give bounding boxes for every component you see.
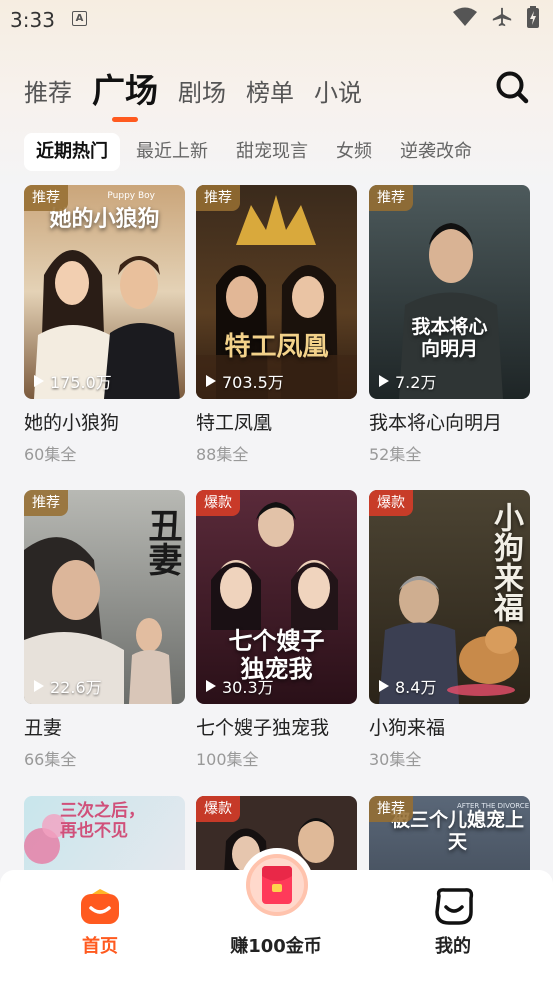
profile-face-icon	[435, 888, 474, 925]
badge-recommend: 推荐	[369, 796, 413, 822]
poster-title: 丑妻	[142, 508, 182, 576]
poster-art	[196, 185, 357, 399]
badge-recommend: 推荐	[196, 185, 240, 211]
home-icon	[81, 889, 119, 924]
nav-home-label: 首页	[82, 936, 118, 957]
view-count: 8.4万	[379, 674, 436, 698]
nav-earn-label: 赚100金币	[230, 936, 322, 957]
view-count: 175.0万	[34, 369, 112, 393]
drama-title[interactable]: 我本将心向明月	[369, 408, 530, 435]
drama-title[interactable]: 小狗来福	[369, 713, 530, 740]
badge-hot: 爆款	[196, 796, 240, 822]
play-icon	[379, 375, 389, 387]
airplane-icon	[492, 7, 512, 27]
wifi-icon	[453, 7, 477, 26]
badge-recommend: 推荐	[24, 185, 68, 211]
drama-poster[interactable]: 她的小狼狗 Puppy Boy 推荐 175.0万	[24, 185, 185, 399]
badge-recommend: 推荐	[24, 490, 68, 516]
drama-poster[interactable]: 特工凤凰 推荐 703.5万	[196, 185, 357, 399]
tab-rankings[interactable]: 榜单	[246, 73, 294, 118]
search-icon	[496, 71, 529, 104]
view-count-text: 22.6万	[50, 678, 102, 697]
episode-count: 60集全	[24, 445, 77, 464]
poster-caption: AFTER THE DIVORCE	[457, 802, 530, 810]
drama-title[interactable]: 她的小狼狗	[24, 408, 185, 435]
drama-poster[interactable]: 七个嫂子 独宠我 爆款 30.3万	[196, 490, 357, 704]
drama-card[interactable]: 小狗来福 爆款 8.4万 小狗来福 30集全	[369, 490, 530, 770]
tab-recommend[interactable]: 推荐	[24, 73, 72, 118]
poster-caption: Puppy Boy	[107, 191, 155, 201]
bottom-nav: 首页 赚100金币 我的	[0, 848, 553, 984]
play-icon	[379, 680, 389, 692]
search-button[interactable]	[495, 70, 529, 104]
category-chips: 近期热门 最近上新 甜宠现言 女频 逆袭改命	[24, 133, 488, 171]
episode-count: 100集全	[196, 750, 259, 769]
view-count: 22.6万	[34, 674, 102, 698]
drama-title[interactable]: 特工凤凰	[196, 408, 357, 435]
view-count-text: 8.4万	[395, 678, 437, 697]
play-icon	[34, 375, 44, 387]
status-time: 3:33	[10, 8, 55, 32]
tab-square[interactable]: 广场	[92, 64, 158, 122]
play-icon	[206, 680, 216, 692]
view-count-text: 175.0万	[50, 373, 112, 392]
chip-female-channel[interactable]: 女频	[324, 133, 384, 171]
episode-count: 30集全	[369, 750, 422, 769]
poster-title: 我本将心 向明月	[411, 316, 488, 360]
earn-inner	[246, 854, 308, 916]
episode-count: 88集全	[196, 445, 249, 464]
red-envelope-icon	[262, 866, 292, 904]
status-bar: 3:33 A	[0, 0, 553, 40]
badge-hot: 爆款	[196, 490, 240, 516]
chip-comeback[interactable]: 逆袭改命	[388, 133, 484, 171]
poster-art	[369, 185, 530, 399]
drama-card[interactable]: 七个嫂子 独宠我 爆款 30.3万 七个嫂子独宠我 100集全	[196, 490, 357, 770]
view-count: 703.5万	[206, 369, 284, 393]
tab-novels[interactable]: 小说	[314, 73, 362, 118]
drama-poster[interactable]: 丑妻 推荐 22.6万	[24, 490, 185, 704]
drama-poster[interactable]: 我本将心 向明月 推荐 7.2万	[369, 185, 530, 399]
poster-title: 小狗来福	[488, 502, 523, 622]
poster-title: 特工凤凰	[224, 332, 329, 362]
view-count-text: 30.3万	[222, 678, 274, 697]
drama-title[interactable]: 七个嫂子独宠我	[196, 713, 357, 740]
main-tabs: 推荐 广场 剧场 榜单 小说	[24, 62, 382, 122]
episode-count: 52集全	[369, 445, 422, 464]
chip-trending[interactable]: 近期热门	[24, 133, 120, 171]
earn-bubble[interactable]	[240, 848, 314, 922]
nav-mine-label: 我的	[435, 936, 471, 957]
battery-charging-icon	[527, 6, 539, 28]
view-count: 30.3万	[206, 674, 274, 698]
drama-card[interactable]: 特工凤凰 推荐 703.5万 特工凤凰 88集全	[196, 185, 357, 465]
view-count-text: 7.2万	[395, 373, 437, 392]
drama-card[interactable]: 丑妻 推荐 22.6万 丑妻 66集全	[24, 490, 185, 770]
chip-sweet-romance[interactable]: 甜宠现言	[224, 133, 320, 171]
status-icons	[453, 6, 539, 28]
drama-title[interactable]: 丑妻	[24, 713, 185, 740]
episode-count: 66集全	[24, 750, 77, 769]
drama-card[interactable]: 我本将心 向明月 推荐 7.2万 我本将心向明月 52集全	[369, 185, 530, 465]
view-count: 7.2万	[379, 369, 436, 393]
play-icon	[34, 680, 44, 692]
tab-theater[interactable]: 剧场	[178, 73, 226, 118]
drama-card[interactable]: 她的小狼狗 Puppy Boy 推荐 175.0万 她的小狼狗 60集全	[24, 185, 185, 465]
badge-hot: 爆款	[369, 490, 413, 516]
keyboard-a-icon: A	[72, 11, 87, 26]
play-icon	[206, 375, 216, 387]
badge-recommend: 推荐	[369, 185, 413, 211]
poster-title: 三次之后， 再也不见	[60, 801, 145, 841]
chip-new-releases[interactable]: 最近上新	[124, 133, 220, 171]
view-count-text: 703.5万	[222, 373, 284, 392]
drama-poster[interactable]: 小狗来福 爆款 8.4万	[369, 490, 530, 704]
